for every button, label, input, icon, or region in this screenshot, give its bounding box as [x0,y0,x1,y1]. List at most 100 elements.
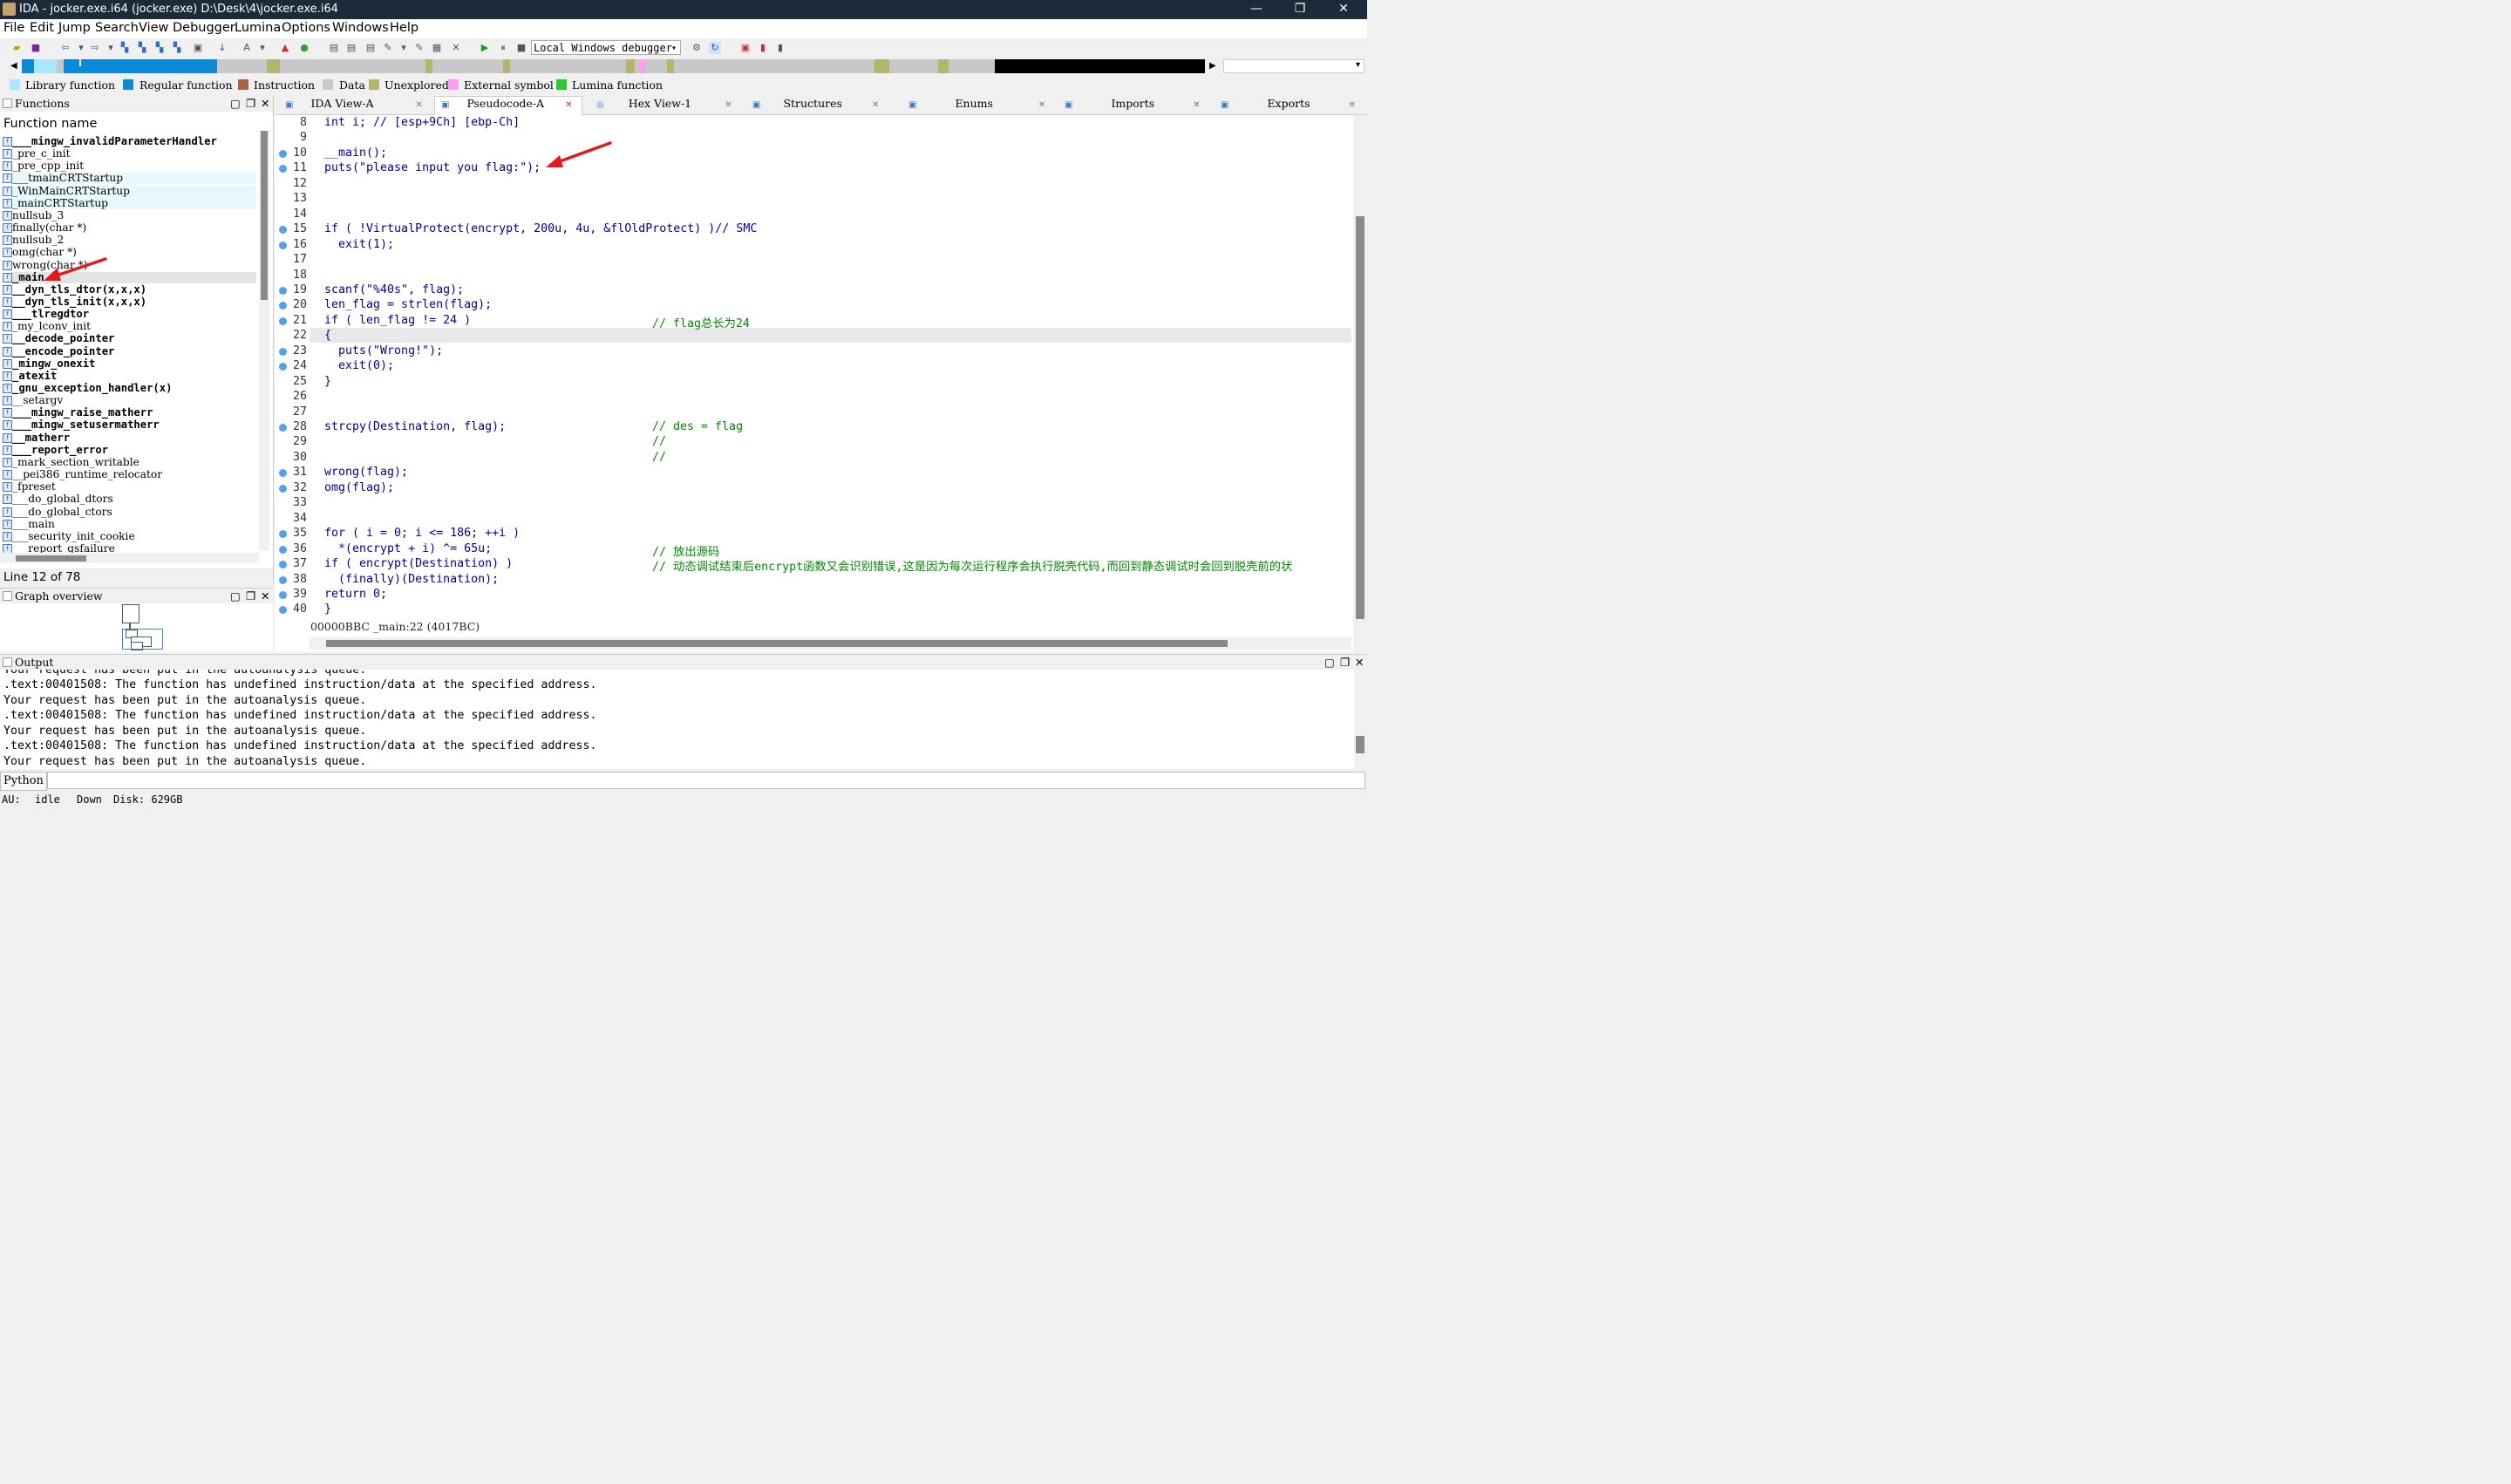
code-hscrollbar[interactable] [310,637,1351,650]
menu-options[interactable]: Options [282,21,330,35]
tab-pseudocode[interactable]: ▣ Pseudocode-A ✕ [441,97,572,114]
nav-segment[interactable] [64,59,217,73]
function-list-item[interactable]: _fpreset [12,480,56,493]
breakpoint-dot-icon[interactable] [279,545,287,554]
next-search-icon[interactable]: ▚ [153,42,166,54]
nav-segment[interactable] [938,59,949,73]
function-list-item[interactable]: _gnu_exception_handler(x) [12,382,172,394]
breakpoint-dot-icon[interactable] [279,286,287,295]
menu-help[interactable]: Help [390,21,418,35]
function-list-item[interactable]: nullsub_2 [12,234,64,246]
code-line[interactable]: return 0; [324,588,387,601]
menu-debugger[interactable]: Debugger [173,21,235,35]
code-line[interactable]: puts("please input you flag:"); [324,161,541,174]
xref-icon[interactable]: ▤ [345,42,357,54]
code-line[interactable]: for ( i = 0; i <= 186; ++i ) [324,527,520,540]
jump-down-icon[interactable]: ↓ [216,42,228,54]
save-icon[interactable]: ■ [30,42,42,54]
code-line[interactable]: wrong(flag); [324,466,408,479]
function-list-item[interactable]: ___mingw_setusermatherr [12,419,160,431]
code-hscrollbar-thumb[interactable] [326,640,1228,647]
code-line[interactable]: { [324,329,331,342]
close-icon[interactable]: ✕ [872,100,879,110]
text-mode-icon[interactable]: A [241,42,253,54]
nav-segment[interactable] [425,59,432,73]
menu-file[interactable]: File [3,21,24,35]
float-icon[interactable]: ❐ [1340,656,1350,669]
menu-jump[interactable]: Jump [58,21,91,35]
green-dot-icon[interactable]: ● [298,42,310,54]
close-button[interactable]: ✕ [1324,0,1364,19]
output-scrollbar-thumb[interactable] [1356,736,1364,753]
code-line[interactable]: *(encrypt + i) ^= 65u; [324,542,492,555]
function-list-item[interactable]: nullsub_3 [12,209,64,221]
nav-left-arrow-icon[interactable]: ◀ [10,61,17,71]
code-vscrollbar[interactable] [1353,115,1367,652]
chevron-down-icon[interactable]: ▾ [105,42,117,54]
code-line[interactable]: } [324,375,331,388]
debug-options-icon[interactable]: ⚙ [691,42,703,54]
segment-select[interactable]: ▾ [1223,59,1364,73]
immediate-search-icon[interactable]: ▚ [171,42,183,54]
python-command-input[interactable] [47,772,1365,789]
function-list-item[interactable]: __dyn_tls_init(x,x,x) [12,296,146,308]
breakpoint-dot-icon[interactable] [279,575,287,584]
function-list-item[interactable]: ___main [12,518,55,530]
code-line[interactable]: exit(0); [324,359,394,372]
maximize-icon[interactable]: ▢ [230,97,241,110]
menu-windows[interactable]: Windows [332,21,389,35]
nav-segment[interactable] [995,59,1205,73]
close-icon[interactable]: ✕ [416,100,423,110]
function-list-item[interactable]: __setargv [12,394,63,406]
back-icon[interactable]: ⇦ [59,42,71,54]
code-line[interactable]: if ( !VirtualProtect(encrypt, 200u, 4u, … [324,222,757,235]
breakpoint-dot-icon[interactable] [279,424,287,432]
function-list-item[interactable]: ___do_global_dtors [12,493,113,505]
nav-segment[interactable] [626,59,635,73]
function-list-item[interactable]: _pre_cpp_init [12,160,84,172]
chevron-down-icon[interactable]: ▾ [398,42,410,54]
patch-icon[interactable]: ✎ [413,42,425,54]
nav-segment[interactable] [667,59,674,73]
run-icon[interactable]: ▶ [479,42,491,54]
tab-structures[interactable]: ▣ Structures ✕ [752,97,879,114]
code-line[interactable]: omg(flag); [324,481,394,494]
open-icon[interactable]: ▰ [10,42,23,54]
function-list-item[interactable]: _mark_section_writable [12,456,140,468]
breakpoint-dot-icon[interactable] [279,149,287,158]
delete-icon[interactable]: ✕ [450,42,462,54]
text-search-icon[interactable]: ▚ [136,42,148,54]
chart-icon[interactable]: ▦ [431,42,443,54]
tab-exports[interactable]: ▣ Exports ✕ [1221,97,1356,114]
close-icon[interactable]: ✕ [1355,656,1364,669]
python-language-button[interactable]: Python [0,772,47,791]
nav-segment[interactable] [503,59,510,73]
breakpoint-dot-icon[interactable] [279,347,287,356]
function-list-item[interactable]: ___tlregdtor [12,308,89,320]
nav-segment[interactable] [57,59,64,73]
code-line[interactable]: puts("Wrong!"); [324,344,443,357]
function-list-item[interactable]: __encode_pointer [12,345,114,357]
binary-search-icon[interactable]: ▚ [119,42,131,54]
nav-right-arrow-icon[interactable]: ▶ [1209,61,1216,71]
close-icon[interactable]: ✕ [565,100,572,110]
close-icon[interactable]: ✕ [261,97,269,110]
nav-segment[interactable] [267,59,280,73]
maximize-icon[interactable]: ▢ [230,589,241,602]
code-line[interactable]: __main(); [324,146,387,160]
function-list-item[interactable]: ___mingw_invalidParameterHandler [12,135,217,147]
function-list-item[interactable]: _WinMainCRTStartup [12,185,130,197]
menu-lumina[interactable]: Lumina [235,21,281,35]
function-list-item[interactable]: __pei386_runtime_relocator [12,468,162,480]
function-list-item[interactable]: ___tmainCRTStartup [12,172,123,184]
breakpoint-dot-icon[interactable] [279,484,287,493]
breakpoint-dot-icon[interactable] [279,317,287,325]
graph-viewport-frame[interactable] [122,629,163,650]
breakpoint-icon[interactable]: ▣ [739,42,752,54]
code-vscrollbar-thumb[interactable] [1356,216,1364,619]
functions-scrollbar[interactable] [259,131,269,551]
function-icon[interactable]: ▤ [328,42,340,54]
function-list-item[interactable]: __matherr [12,432,70,444]
pencil-icon[interactable]: ✎ [382,42,394,54]
tab-imports[interactable]: ▣ Imports ✕ [1065,97,1201,114]
